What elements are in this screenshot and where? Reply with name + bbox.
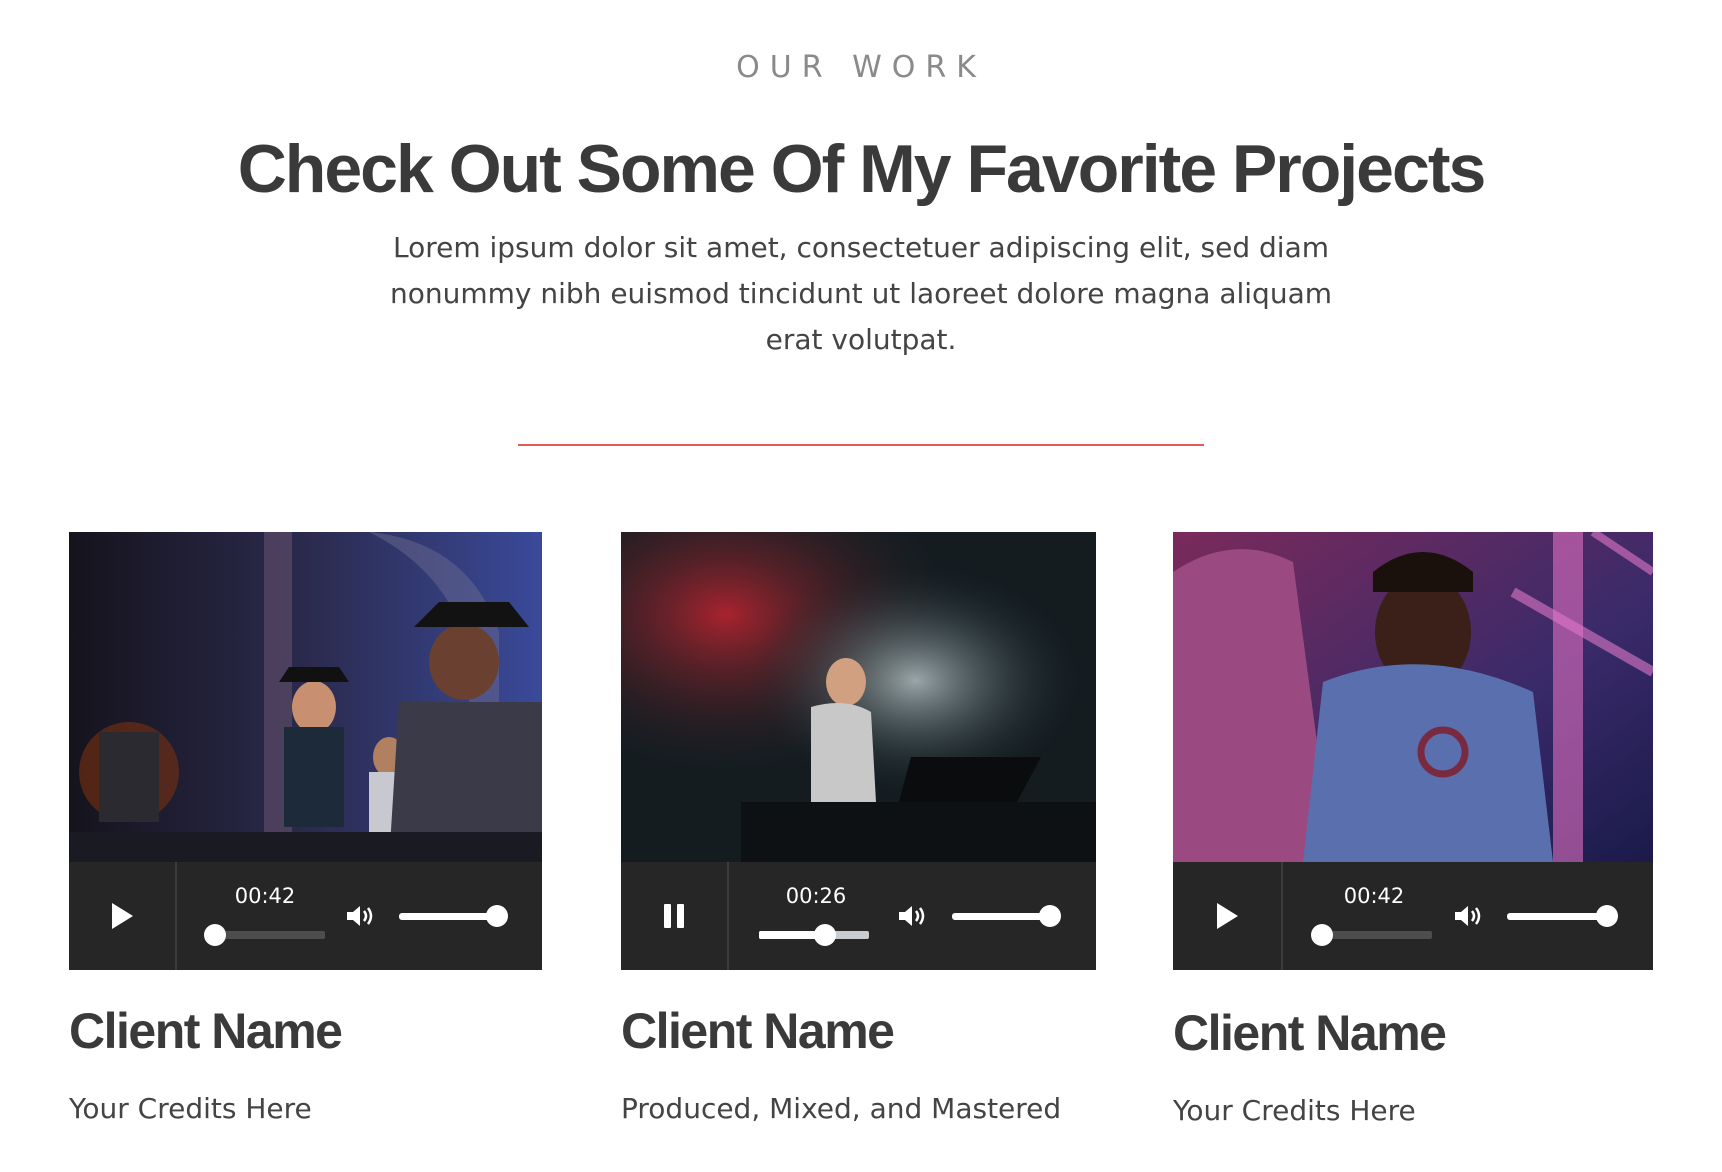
play-button[interactable] [69,862,175,970]
section-intro: Lorem ipsum dolor sit amet, consectetuer… [389,231,1333,356]
play-button[interactable] [1173,862,1281,970]
progress-bar[interactable] [759,924,869,946]
player-divider [727,862,729,970]
client-name: Client Name [69,1003,343,1059]
volume-handle[interactable] [486,905,508,927]
concert-band-image [69,532,542,862]
pause-button[interactable] [621,862,727,970]
client-name: Client Name [1173,1005,1447,1061]
project-cover-image [69,532,542,862]
project-card: 00:42 Client Name Your Credits Here [1173,532,1653,1127]
project-cover-image [1173,532,1653,862]
section-title: Check Out Some Of My Favorite Projects [237,131,1487,207]
volume-icon[interactable] [897,902,927,930]
project-card: 00:26 Client Name Produced, Mixed, and M… [621,532,1096,1125]
project-cover-image [621,532,1096,862]
playback-time: 00:26 [785,884,847,908]
progress-bar[interactable] [1311,924,1432,946]
audio-player: 00:26 [621,862,1096,970]
stage-performer-image [621,532,1096,862]
project-credits: Your Credits Here [1173,1094,1416,1127]
play-icon [112,903,133,929]
progress-bar[interactable] [204,924,325,946]
player-divider [175,862,177,970]
play-icon [1217,903,1238,929]
section-eyebrow: OUR WORK [736,50,986,85]
progress-handle[interactable] [1311,924,1333,946]
playback-time: 00:42 [234,884,296,908]
project-card: 00:42 Client Name Your Credits Here [69,532,542,1125]
artist-hoodie-image [1173,532,1653,862]
volume-slider[interactable] [399,905,508,927]
pause-icon [664,904,684,928]
project-credits: Your Credits Here [69,1092,312,1125]
playback-time: 00:42 [1343,884,1405,908]
volume-icon[interactable] [345,902,375,930]
volume-handle[interactable] [1039,905,1061,927]
volume-slider[interactable] [1507,905,1618,927]
progress-handle[interactable] [204,924,226,946]
project-credits: Produced, Mixed, and Mastered [621,1092,1062,1125]
section-divider [518,444,1204,446]
volume-handle[interactable] [1596,905,1618,927]
progress-handle[interactable] [814,924,836,946]
volume-slider[interactable] [952,905,1061,927]
audio-player: 00:42 [1173,862,1653,970]
volume-icon[interactable] [1453,902,1483,930]
player-divider [1281,862,1283,970]
audio-player: 00:42 [69,862,542,970]
client-name: Client Name [621,1003,895,1059]
